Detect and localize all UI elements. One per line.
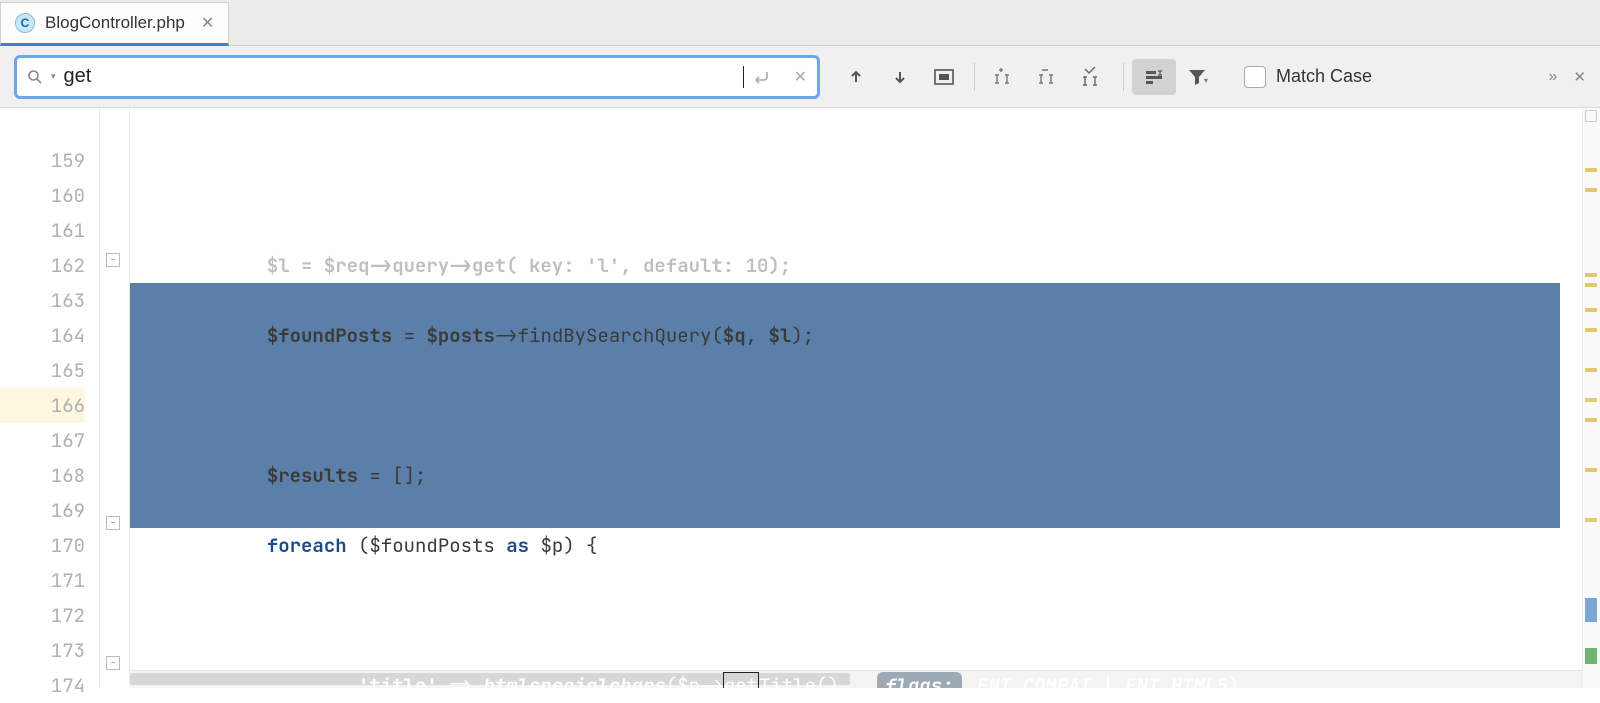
- fold-toggle-icon[interactable]: −: [106, 516, 120, 530]
- editor-tab[interactable]: C BlogController.php ✕: [0, 2, 229, 46]
- match-case-checkbox[interactable]: [1244, 66, 1266, 88]
- line-number: 162: [0, 248, 85, 283]
- search-match: get: [723, 672, 759, 688]
- search-history-dropdown-icon[interactable]: ▾: [51, 71, 56, 82]
- code-area[interactable]: $l = $req->query->get( key: 'l', default…: [130, 108, 1582, 688]
- line-number: 171: [0, 563, 85, 598]
- line-number: 173: [0, 633, 85, 668]
- line-number: 161: [0, 213, 85, 248]
- tab-filename: BlogController.php: [45, 13, 185, 33]
- find-actions: ▾: [834, 59, 1220, 95]
- line-number: 160: [0, 178, 85, 213]
- text-caret: [743, 66, 744, 88]
- select-all-occurrences-button[interactable]: [922, 59, 966, 95]
- search-input[interactable]: [64, 65, 734, 88]
- remove-selection-button[interactable]: [1027, 59, 1071, 95]
- select-all-button[interactable]: [1071, 59, 1115, 95]
- line-number: 165: [0, 353, 85, 388]
- line-number: 169: [0, 493, 85, 528]
- code-editor[interactable]: 159 160 161 162 163 164 165 166 167 168 …: [0, 108, 1600, 688]
- fold-gutter: − − −: [100, 108, 130, 688]
- clear-search-icon[interactable]: ✕: [794, 67, 807, 87]
- prev-match-button[interactable]: [834, 59, 878, 95]
- close-tab-icon[interactable]: ✕: [201, 13, 214, 33]
- line-number: [0, 108, 85, 143]
- marker-bar[interactable]: [1582, 108, 1600, 688]
- line-number: 159: [0, 143, 85, 178]
- line-number: 166: [0, 388, 85, 423]
- line-number: 172: [0, 598, 85, 633]
- line-number: 164: [0, 318, 85, 353]
- line-number: 168: [0, 458, 85, 493]
- line-number: 167: [0, 423, 85, 458]
- newline-icon[interactable]: [752, 69, 772, 85]
- more-options-icon[interactable]: »: [1549, 68, 1556, 86]
- line-number: 163: [0, 283, 85, 318]
- search-field-wrap: ▾ ✕: [14, 55, 820, 99]
- search-icon: [27, 69, 43, 85]
- add-selection-button[interactable]: [983, 59, 1027, 95]
- fold-toggle-icon[interactable]: −: [106, 656, 120, 670]
- filter-button[interactable]: ▾: [1176, 59, 1220, 95]
- inspection-indicator-icon[interactable]: [1585, 110, 1597, 122]
- line-number: 174: [0, 668, 85, 703]
- toggle-in-selection-button[interactable]: [1132, 59, 1176, 95]
- line-number: 170: [0, 528, 85, 563]
- match-case-toggle[interactable]: Match Case: [1244, 66, 1372, 88]
- match-case-label: Match Case: [1276, 66, 1372, 87]
- find-toolbar: ▾ ✕: [0, 46, 1600, 108]
- file-type-icon: C: [15, 13, 35, 33]
- line-number-gutter: 159 160 161 162 163 164 165 166 167 168 …: [0, 108, 100, 688]
- tab-bar: C BlogController.php ✕: [0, 0, 1600, 46]
- close-find-bar-icon[interactable]: ✕: [1573, 68, 1586, 86]
- next-match-button[interactable]: [878, 59, 922, 95]
- fold-toggle-icon[interactable]: −: [106, 253, 120, 267]
